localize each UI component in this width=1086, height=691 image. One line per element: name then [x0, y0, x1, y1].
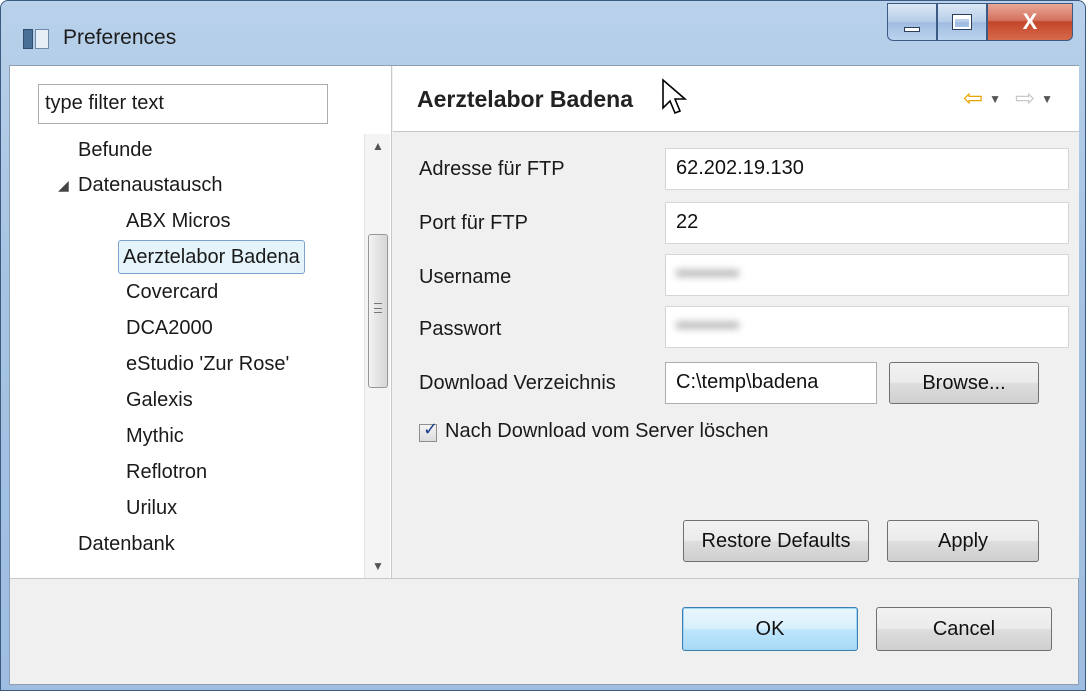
window-controls: X: [887, 3, 1073, 43]
download-directory-label: Download Verzeichnis: [419, 372, 616, 394]
forward-dropdown-icon[interactable]: ▼: [1041, 92, 1053, 106]
password-label: Passwort: [419, 318, 502, 340]
tree-item-urilux[interactable]: Urilux: [122, 492, 181, 526]
page-header: Aerztelabor Badena ⇦ ▼ ⇨ ▼: [393, 66, 1079, 132]
window-title: Preferences: [63, 26, 177, 49]
download-directory-field[interactable]: C:\temp\badena: [665, 362, 877, 404]
username-label: Username: [419, 266, 512, 288]
scroll-down-arrow-icon[interactable]: ▼: [365, 554, 391, 578]
tree-item-abx-micros[interactable]: ABX Micros: [122, 205, 234, 239]
tree-item-estudio-zur-rose[interactable]: eStudio 'Zur Rose': [122, 348, 293, 382]
password-field[interactable]: •••••••••: [665, 306, 1069, 348]
close-button[interactable]: X: [987, 3, 1073, 41]
username-value: •••••••••: [676, 263, 740, 285]
minimize-button[interactable]: [887, 3, 937, 41]
maximize-icon: [952, 14, 972, 30]
ftp-port-field[interactable]: 22: [665, 202, 1069, 244]
grip-icon: [374, 303, 382, 313]
tree-item-aerztelabor-badena[interactable]: Aerztelabor Badena: [118, 240, 305, 274]
checkmark-icon: ✓: [423, 419, 439, 439]
tree-item-dca2000[interactable]: DCA2000: [122, 312, 217, 346]
ftp-address-field[interactable]: 62.202.19.130: [665, 148, 1069, 190]
tree-item-datenbank[interactable]: Datenbank: [74, 528, 179, 562]
delete-after-download-label[interactable]: Nach Download vom Server löschen: [445, 420, 769, 443]
cancel-button[interactable]: Cancel: [876, 607, 1052, 651]
ftp-address-label: Adresse für FTP: [419, 158, 565, 180]
minimize-icon: [904, 26, 920, 32]
forward-arrow-icon[interactable]: ⇨: [1015, 84, 1035, 113]
tree-item-mythic[interactable]: Mythic: [122, 420, 188, 454]
preferences-window: Preferences X type filter text Befunde ◢…: [0, 0, 1086, 691]
maximize-button[interactable]: [937, 3, 987, 41]
preference-tree: Befunde ◢ Datenaustausch ABX Micros Aerz…: [10, 134, 362, 578]
page-navigation: ⇦ ▼ ⇨ ▼: [963, 84, 1061, 113]
expanded-triangle-icon[interactable]: ◢: [58, 177, 69, 194]
preferences-app-icon: [23, 29, 49, 49]
close-icon: X: [1022, 9, 1038, 34]
tree-item-reflotron[interactable]: Reflotron: [122, 456, 211, 490]
dialog-button-bar: OK Cancel: [10, 578, 1078, 684]
ok-button[interactable]: OK: [682, 607, 858, 651]
scrollbar-thumb[interactable]: [368, 234, 388, 388]
delete-after-download-checkbox[interactable]: ✓: [419, 419, 438, 442]
preference-page: Aerztelabor Badena ⇦ ▼ ⇨ ▼ Adresse für F…: [393, 66, 1079, 578]
tree-item-befunde[interactable]: Befunde: [74, 134, 157, 168]
dialog-client-area: type filter text Befunde ◢ Datenaustausc…: [9, 65, 1079, 685]
restore-defaults-button[interactable]: Restore Defaults: [683, 520, 869, 562]
title-bar[interactable]: Preferences X: [1, 1, 1085, 65]
back-dropdown-icon[interactable]: ▼: [989, 92, 1001, 106]
filter-input[interactable]: type filter text: [38, 84, 328, 124]
tree-item-datenaustausch[interactable]: Datenaustausch: [74, 169, 227, 203]
back-arrow-icon[interactable]: ⇦: [963, 84, 983, 113]
preference-tree-pane: type filter text Befunde ◢ Datenaustausc…: [10, 66, 392, 578]
scroll-up-arrow-icon[interactable]: ▲: [365, 134, 391, 158]
apply-button[interactable]: Apply: [887, 520, 1039, 562]
password-value: •••••••••: [676, 315, 740, 337]
mouse-cursor-icon: [662, 78, 688, 115]
page-title: Aerztelabor Badena: [417, 86, 634, 112]
username-field[interactable]: •••••••••: [665, 254, 1069, 296]
ftp-port-label: Port für FTP: [419, 212, 528, 234]
tree-item-galexis[interactable]: Galexis: [122, 384, 197, 418]
tree-scrollbar[interactable]: ▲ ▼: [364, 134, 390, 578]
browse-button[interactable]: Browse...: [889, 362, 1039, 404]
tree-item-covercard[interactable]: Covercard: [122, 276, 222, 310]
